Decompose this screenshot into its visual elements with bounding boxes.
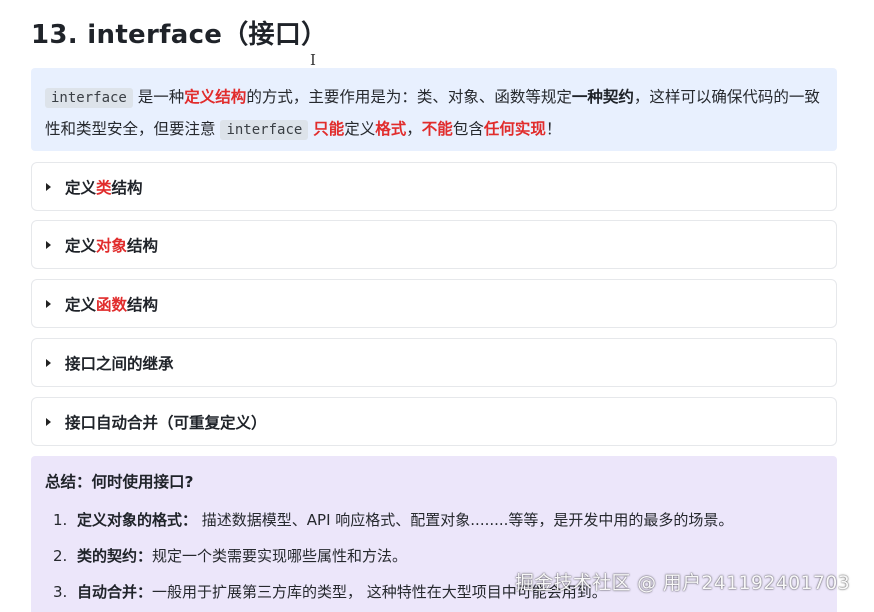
intro-callout: interface 是一种定义结构的方式，主要作用是为：类、对象、函数等规定一种… <box>31 68 837 151</box>
collapsible-interface-merging[interactable]: 接口自动合并（可重复定义） <box>31 397 837 446</box>
intro-text: ， <box>406 120 422 138</box>
emphasis-text: 格式 <box>375 120 407 138</box>
collapsible-define-class[interactable]: 定义类结构 <box>31 162 837 211</box>
inline-code: interface <box>45 88 133 108</box>
caret-right-icon <box>46 182 51 191</box>
caret-right-icon <box>46 417 51 426</box>
collapsible-interface-inheritance[interactable]: 接口之间的继承 <box>31 338 837 387</box>
inline-code: interface <box>220 120 309 140</box>
summary-item-text: 规定一个类需要实现哪些属性和方法。 <box>152 547 408 565</box>
collapsible-define-function[interactable]: 定义函数结构 <box>31 279 837 328</box>
section-heading: 13. interface（接口） <box>31 20 328 50</box>
list-number: 2. <box>53 547 68 565</box>
collapsible-label: 定义对象结构 <box>65 236 159 255</box>
intro-text: 包含 <box>452 120 484 138</box>
emphasis-text: 定义结构 <box>184 88 247 106</box>
summary-item-text: 描述数据模型、API 响应格式、配置对象........等等，是开发中用的最多的… <box>197 511 734 529</box>
summary-title: 总结：何时使用接口? <box>45 473 194 491</box>
caret-right-icon <box>46 358 51 367</box>
emphasis-text: 不能 <box>421 120 453 138</box>
list-number: 3. <box>53 583 68 601</box>
list-number: 1. <box>53 511 68 529</box>
collapsible-label: 接口自动合并（可重复定义） <box>65 413 267 432</box>
intro-text: 定义 <box>344 120 376 138</box>
intro-text: ！ <box>545 120 562 138</box>
collapsible-label: 定义函数结构 <box>65 295 159 314</box>
intro-text: 的方式，主要作用是为：类、对象、函数等规定 <box>246 88 572 106</box>
collapsible-label: 接口之间的继承 <box>65 354 174 373</box>
summary-item-label: 定义对象的格式： <box>77 511 198 529</box>
strong-text: 一种契约 <box>571 88 634 106</box>
watermark: 掘金技术社区 @ 用户241192401703 <box>515 572 851 594</box>
caret-right-icon <box>46 240 51 249</box>
emphasis-text: 任何实现 <box>483 120 546 138</box>
collapsible-label: 定义类结构 <box>65 178 143 197</box>
caret-right-icon <box>46 299 51 308</box>
collapsible-define-object[interactable]: 定义对象结构 <box>31 220 837 269</box>
article-page: 13. interface（接口） I interface 是一种定义结构的方式… <box>0 0 874 612</box>
text-cursor-icon: I <box>310 51 316 69</box>
summary-item-label: 自动合并： <box>77 583 153 601</box>
emphasis-text: 只能 <box>313 120 345 138</box>
summary-item: 1. 定义对象的格式： 描述数据模型、API 响应格式、配置对象........等… <box>45 502 823 538</box>
summary-item-label: 类的契约： <box>77 547 153 565</box>
intro-text: 是一种 <box>132 88 185 106</box>
